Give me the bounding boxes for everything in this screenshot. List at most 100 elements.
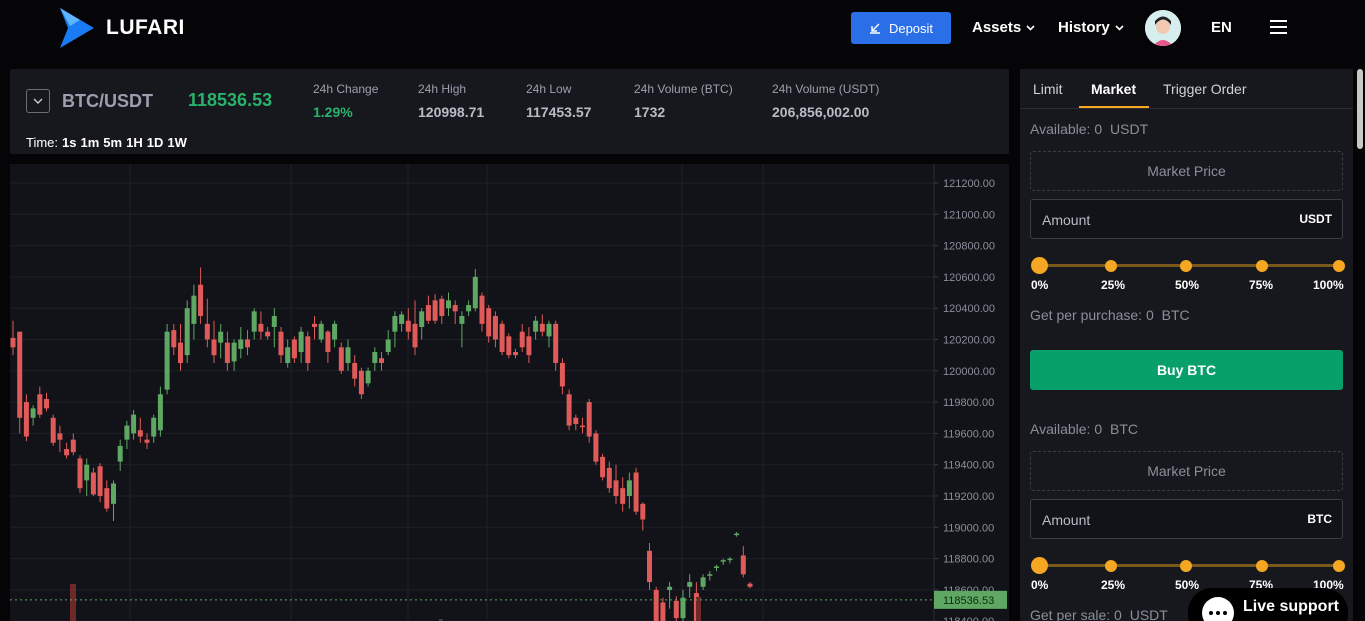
- pair-dropdown-button[interactable]: [26, 89, 50, 113]
- candle-body: [439, 298, 445, 317]
- y-axis-tick-label: 120000.00: [943, 366, 995, 378]
- buy-amount-input[interactable]: Amount USDT: [1030, 199, 1343, 239]
- buy-percent-slider[interactable]: 0% 25% 50% 75% 100%: [1030, 257, 1345, 292]
- slider-stop-100[interactable]: [1333, 260, 1345, 272]
- avatar-image-icon: [1145, 10, 1181, 46]
- candle-body: [714, 566, 719, 568]
- candle-body: [392, 316, 398, 332]
- live-support-label: Live support: [1243, 598, 1340, 615]
- buy-available-label: Available:: [1030, 121, 1091, 137]
- slider-stop-50[interactable]: [1180, 260, 1192, 272]
- last-price: 118536.53: [188, 90, 273, 110]
- interval-1d[interactable]: 1D: [147, 135, 164, 150]
- slider-percent-label: 50%: [1175, 578, 1200, 592]
- stat-24h-volume-usdt: 24h Volume (USDT) 206,856,002.00: [772, 82, 879, 120]
- candle-body: [64, 449, 70, 456]
- candle-body: [559, 362, 565, 387]
- candle-body: [178, 342, 183, 363]
- sell-amount-unit: BTC: [1307, 512, 1332, 526]
- slider-stop-25[interactable]: [1105, 260, 1117, 272]
- slider-stop-75[interactable]: [1256, 560, 1268, 572]
- top-header: LUFARI Deposit Assets History EN: [0, 0, 1365, 58]
- slider-handle[interactable]: [1031, 257, 1048, 274]
- sell-amount-input[interactable]: Amount BTC: [1030, 499, 1343, 539]
- candle-body: [191, 295, 197, 324]
- brand-logo[interactable]: LUFARI: [58, 8, 185, 48]
- slider-stop-50[interactable]: [1180, 560, 1192, 572]
- candle-body: [620, 488, 626, 504]
- candle-body: [318, 323, 324, 340]
- buy-btc-button[interactable]: Buy BTC: [1030, 350, 1343, 390]
- hamburger-menu-icon[interactable]: [1270, 20, 1287, 34]
- stat-24h-low: 24h Low 117453.57: [526, 82, 591, 120]
- stat-label: 24h Volume (USDT): [772, 82, 880, 96]
- buy-amount-placeholder: Amount: [1042, 212, 1091, 228]
- interval-label: Time:: [26, 135, 59, 150]
- chat-bubble-icon: [1202, 597, 1234, 621]
- interval-1s[interactable]: 1s: [62, 135, 76, 150]
- candlestick-chart[interactable]: 121200.00 121000.00 120800.00 120600.00 1204…: [10, 164, 1009, 621]
- nav-assets[interactable]: Assets: [972, 19, 1035, 36]
- candle-body: [399, 314, 405, 324]
- buy-per-label: Get per purchase:: [1030, 307, 1143, 323]
- candle-body: [77, 458, 83, 489]
- slider-stop-100[interactable]: [1333, 560, 1345, 572]
- price-chart[interactable]: 121200.00 121000.00 120800.00 120600.00 1204…: [10, 164, 1009, 621]
- candle-body: [285, 347, 291, 363]
- user-avatar[interactable]: [1145, 10, 1181, 46]
- stat-value: 117453.57: [526, 104, 592, 120]
- candle-body: [425, 305, 431, 321]
- volume-bar: [70, 584, 76, 621]
- nav-history[interactable]: History: [1058, 19, 1124, 36]
- candle-body: [700, 577, 706, 587]
- tab-limit[interactable]: Limit: [1033, 81, 1063, 97]
- slider-stop-25[interactable]: [1105, 560, 1117, 572]
- slider-percent-label: 25%: [1101, 278, 1126, 292]
- candle-body: [412, 323, 418, 348]
- interval-5m[interactable]: 5m: [103, 135, 122, 150]
- candle-body: [513, 352, 518, 356]
- slider-percent-label: 25%: [1101, 578, 1126, 592]
- candle-body: [553, 323, 559, 363]
- interval-1m[interactable]: 1m: [81, 135, 100, 150]
- candle-body: [747, 583, 753, 587]
- sell-per-label: Get per sale:: [1030, 607, 1111, 621]
- deposit-button[interactable]: Deposit: [851, 12, 951, 44]
- candle-body: [707, 574, 713, 576]
- candle-body: [365, 370, 371, 384]
- interval-1w[interactable]: 1W: [167, 135, 187, 150]
- slider-percent-label: 50%: [1175, 278, 1200, 292]
- tab-market[interactable]: Market: [1091, 81, 1136, 97]
- slider-handle[interactable]: [1031, 557, 1048, 574]
- candle-body: [647, 550, 652, 583]
- active-tab-indicator: [1079, 106, 1149, 108]
- live-support-button[interactable]: Live support: [1188, 588, 1348, 621]
- deposit-label: Deposit: [888, 20, 934, 36]
- sell-percent-slider[interactable]: 0% 25% 50% 75% 100%: [1030, 557, 1345, 592]
- slider-stop-75[interactable]: [1256, 260, 1268, 272]
- candle-body: [452, 305, 458, 312]
- candle-body: [740, 555, 746, 575]
- candle-body: [184, 308, 190, 356]
- candle-body: [492, 316, 498, 340]
- stat-label: 24h Low: [526, 82, 572, 96]
- interval-1h[interactable]: 1H: [126, 135, 143, 150]
- stat-value: 206,856,002.00: [772, 104, 870, 120]
- candle-body: [734, 533, 740, 536]
- candle-body: [479, 295, 485, 324]
- y-axis-tick-label: 119400.00: [943, 460, 994, 472]
- buy-amount-unit: USDT: [1299, 212, 1332, 226]
- candle-body: [586, 402, 592, 437]
- language-switch[interactable]: EN: [1211, 19, 1232, 36]
- tab-trigger-order[interactable]: Trigger Order: [1163, 81, 1247, 97]
- y-axis-tick-label: 120800.00: [943, 241, 995, 253]
- candle-body: [251, 311, 257, 332]
- candle-body: [30, 408, 36, 418]
- buy-per-value: 0: [1145, 307, 1154, 323]
- y-axis-tick-label: 120600.00: [943, 272, 995, 284]
- candle-body: [640, 503, 646, 520]
- candle-body: [626, 480, 632, 496]
- page-scrollbar[interactable]: [1357, 69, 1363, 149]
- candle-body: [338, 347, 344, 371]
- candle-body: [151, 417, 157, 437]
